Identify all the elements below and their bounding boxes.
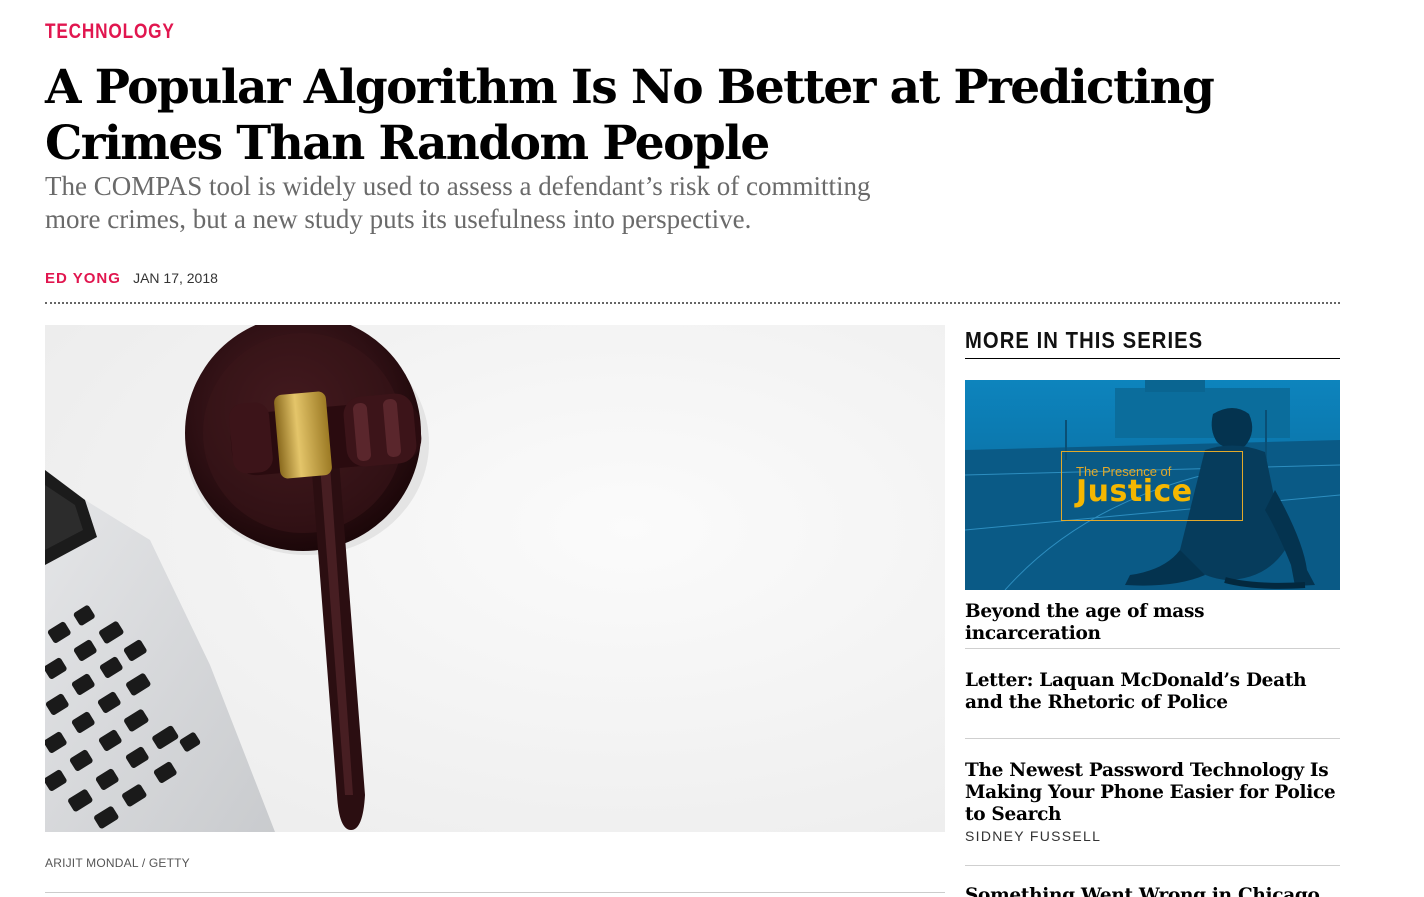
sidebar-item-author[interactable]: SIDNEY FUSSELL bbox=[965, 828, 1340, 844]
gavel-laptop-illustration bbox=[45, 325, 945, 832]
sidebar-item-laquan-mcdonald[interactable]: Letter: Laquan McDonald’s Death and the … bbox=[965, 670, 1340, 714]
sidebar-item-beyond-mass-incarceration[interactable]: Beyond the age of mass incarceration bbox=[965, 601, 1340, 645]
image-credit: ARIJIT MONDAL / GETTY bbox=[45, 856, 190, 870]
section-label[interactable]: TECHNOLOGY bbox=[45, 20, 175, 44]
publish-date: JAN 17, 2018 bbox=[133, 270, 218, 286]
series-feature-image[interactable]: The Presence of Justice bbox=[965, 380, 1340, 590]
content-divider bbox=[45, 892, 945, 893]
sidebar-item-title[interactable]: The Newest Password Technology Is Making… bbox=[965, 760, 1340, 826]
sidebar-item-divider bbox=[965, 865, 1340, 866]
sidebar-item-password-technology[interactable]: The Newest Password Technology Is Making… bbox=[965, 760, 1340, 844]
article-dek: The COMPAS tool is widely used to assess… bbox=[45, 171, 871, 234]
hero-image bbox=[45, 325, 945, 832]
sidebar-heading-rule bbox=[965, 358, 1340, 359]
sidebar-item-divider bbox=[965, 648, 1340, 649]
sidebar-item-divider bbox=[965, 738, 1340, 739]
sidebar-item-title[interactable]: Beyond the age of mass incarceration bbox=[965, 601, 1340, 645]
article-headline: A Popular Algorithm Is No Better at Pred… bbox=[45, 60, 1215, 171]
byline: ED YONG JAN 17, 2018 bbox=[45, 270, 218, 287]
author-link[interactable]: ED YONG bbox=[45, 270, 121, 287]
series-logo-box: The Presence of Justice bbox=[1061, 451, 1243, 521]
sidebar-heading: MORE IN THIS SERIES bbox=[965, 327, 1204, 353]
series-logo-title: Justice bbox=[1076, 474, 1193, 509]
sidebar-item-title[interactable]: Letter: Laquan McDonald’s Death and the … bbox=[965, 670, 1340, 714]
sidebar-item-chicago[interactable]: Something Went Wrong in Chicago bbox=[965, 885, 1340, 897]
sidebar-item-title[interactable]: Something Went Wrong in Chicago bbox=[965, 885, 1340, 897]
more-in-series-sidebar: MORE IN THIS SERIES The Presence of Just… bbox=[965, 325, 1340, 897]
dotted-divider bbox=[45, 302, 1340, 304]
